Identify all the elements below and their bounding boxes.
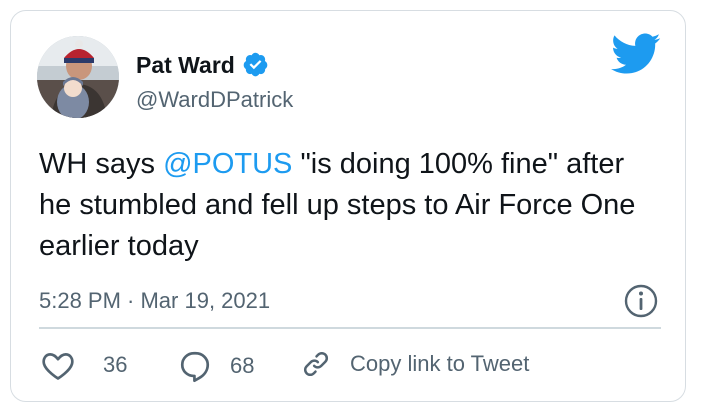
avatar[interactable]: [37, 36, 119, 118]
like-button[interactable]: 36: [41, 349, 127, 381]
copy-link-label: Copy link to Tweet: [350, 351, 530, 376]
tweet-text-start: WH says: [39, 148, 164, 180]
verified-badge-icon: [242, 51, 269, 78]
mention-link[interactable]: @POTUS: [163, 148, 292, 180]
divider: [39, 327, 661, 329]
reply-button[interactable]: 68: [178, 349, 254, 383]
tweet-timestamp[interactable]: 5:28 PM · Mar 19, 2021: [39, 288, 270, 314]
author-name[interactable]: Pat Ward: [136, 52, 235, 78]
author-name-row: Pat Ward: [136, 51, 269, 78]
tweet-text: WH says @POTUS "is doing 100% fine" afte…: [39, 144, 659, 267]
twitter-bird-icon[interactable]: [611, 33, 661, 77]
reply-count: 68: [230, 353, 255, 378]
link-icon: [301, 349, 331, 379]
copy-link-button[interactable]: Copy link to Tweet: [301, 349, 529, 379]
like-count: 36: [103, 352, 128, 377]
reply-bubble-icon: [178, 349, 212, 383]
tweet-card: Pat Ward @WardDPatrick WH says @POTUS "i…: [10, 10, 686, 402]
heart-icon: [41, 349, 75, 381]
author-handle[interactable]: @WardDPatrick: [136, 87, 293, 113]
info-icon[interactable]: [623, 283, 659, 319]
